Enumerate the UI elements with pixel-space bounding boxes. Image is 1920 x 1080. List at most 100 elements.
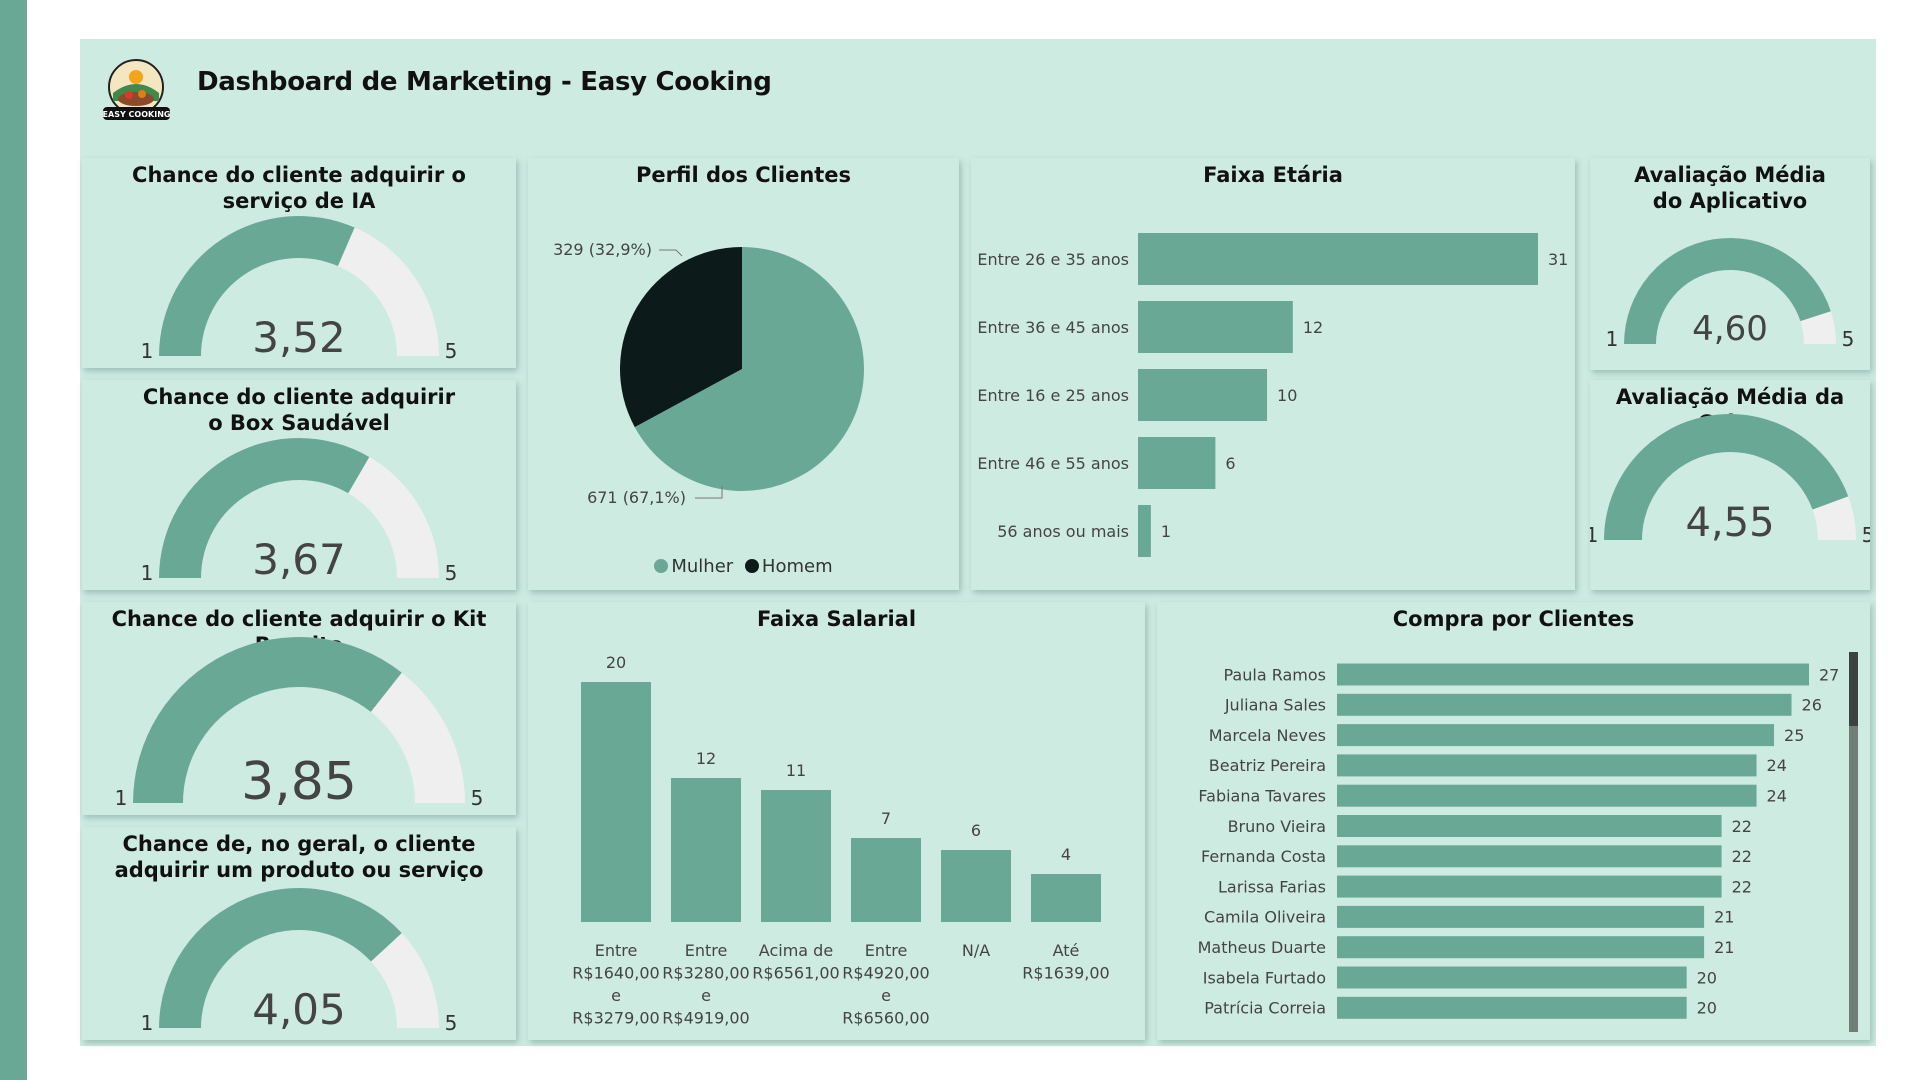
logo-icon: EASY COOKING	[103, 59, 171, 120]
category-label: e	[611, 986, 621, 1005]
gauge-value: 3,52	[252, 313, 346, 362]
category-label: Entre	[865, 941, 908, 960]
data-label: 20	[1697, 999, 1717, 1018]
category-label: Entre	[685, 941, 728, 960]
bar	[1138, 369, 1268, 421]
gauge-max-label: 5	[445, 1011, 458, 1035]
gauge-card-geral: Chance de, no geral, o cliente adquirir …	[82, 827, 516, 1040]
gauge-card-aplicativo: Avaliação Média do Aplicativo 4,60 1 5	[1590, 158, 1870, 370]
category-label: Fabiana Tavares	[1198, 786, 1326, 805]
scrollbar[interactable]	[1849, 652, 1858, 1032]
bar	[1337, 693, 1792, 716]
bar	[1337, 905, 1705, 928]
bar	[1031, 874, 1101, 922]
bar	[1337, 663, 1809, 686]
category-label: Entre 36 e 45 anos	[977, 318, 1129, 337]
data-label: 24	[1767, 786, 1787, 805]
bar	[1138, 233, 1538, 285]
category-label: Isabela Furtado	[1203, 968, 1326, 987]
data-label: 31	[1548, 250, 1568, 269]
scrollbar-thumb[interactable]	[1849, 652, 1858, 726]
data-label: 1	[1161, 522, 1171, 541]
gauge-max-label: 5	[471, 786, 484, 810]
legend-label-mulher: Mulher	[671, 556, 734, 577]
category-label: N/A	[962, 941, 990, 960]
faixa-salarial-chart: 20 Entre R$1640,00 e R$3279,00 12 Entre R$3280,…	[572, 653, 1109, 1028]
category-label: Patrícia Correia	[1204, 999, 1326, 1018]
data-label: 22	[1732, 847, 1752, 866]
gauge-max-label: 5	[1842, 327, 1855, 351]
category-label: R$6560,00	[842, 1009, 929, 1028]
pie-chart: 671 (67,1%) 329 (32,9%)	[553, 240, 864, 507]
category-label: Entre 26 e 35 anos	[977, 250, 1129, 269]
gauge-svg: 3,52 1 5	[141, 216, 458, 363]
legend-label-homem: Homem	[761, 556, 833, 577]
gauge-min-label: 1	[141, 1011, 154, 1035]
bar	[1138, 437, 1216, 489]
bar	[1337, 966, 1687, 989]
gauge-card-box: Chance do cliente adquirir o Box Saudáve…	[82, 380, 516, 590]
category-label: Até	[1053, 941, 1080, 960]
gauge-min-label: 1	[141, 561, 154, 585]
bar	[671, 778, 741, 922]
category-label: Fernanda Costa	[1201, 847, 1326, 866]
category-label: Paula Ramos	[1224, 665, 1327, 684]
gauge-svg: 3,67 1 5	[141, 438, 458, 585]
category-label: Juliana Sales	[1224, 696, 1326, 715]
bar	[1337, 754, 1757, 777]
category-label: Acima de	[759, 941, 833, 960]
gauge-card-ia: Chance do cliente adquirir o serviço de …	[82, 158, 516, 368]
category-label: Matheus Duarte	[1198, 938, 1326, 957]
gauge-svg: 3,85 1 5	[115, 637, 484, 812]
gauge-max-label: 5	[445, 339, 458, 363]
category-label: Entre 16 e 25 anos	[977, 386, 1129, 405]
gauge-min-label: 1	[1590, 523, 1598, 547]
data-label: 20	[606, 653, 626, 672]
gauge-svg: 4,60 1 5	[1606, 238, 1855, 351]
gauge-card-caixa: Avaliação Média da Caixa 4,5515	[1590, 380, 1870, 590]
category-label: R$1640,00	[572, 964, 659, 983]
perfil-card: Perfil dos Clientes 671 (67,1%) 329 (32,9…	[528, 158, 959, 590]
data-label: 22	[1732, 817, 1752, 836]
legend-dot-mulher	[654, 559, 669, 573]
faixa-etaria-card: Faixa Etária Entre 26 e 35 anos 31 Entre 3…	[971, 158, 1575, 590]
category-label: R$3280,00	[662, 964, 749, 983]
bar	[1337, 815, 1722, 837]
svg-text:EASY COOKING: EASY COOKING	[103, 110, 171, 119]
bar	[1337, 784, 1757, 807]
legend-dot-homem	[744, 559, 759, 573]
data-label: 22	[1732, 877, 1752, 896]
category-label: Marcela Neves	[1209, 726, 1326, 745]
category-label: Entre 46 e 55 anos	[977, 454, 1129, 473]
data-label: 21	[1714, 908, 1734, 927]
pie-label-homem: 329 (32,9%)	[553, 240, 652, 259]
data-label: 21	[1714, 938, 1734, 957]
bar	[941, 850, 1011, 922]
pie-label-mulher: 671 (67,1%)	[587, 488, 686, 507]
category-label: Camila Oliveira	[1204, 908, 1326, 927]
bar	[761, 790, 831, 922]
category-label: e	[701, 986, 711, 1005]
data-label: 10	[1277, 386, 1297, 405]
data-label: 26	[1802, 696, 1822, 715]
data-label: 6	[971, 821, 981, 840]
left-accent-bar	[0, 0, 27, 1080]
compra-clientes-chart: Paula Ramos 27 Juliana Sales 26 Marcela Neve…	[1198, 663, 1839, 1019]
category-label: R$6561,00	[752, 964, 839, 983]
compra-clientes-card: Compra por Clientes Paula Ramos 27 Juliana…	[1157, 602, 1870, 1040]
gauge-svg: 4,05 1 5	[141, 888, 458, 1035]
gauge-value: 3,67	[252, 535, 346, 584]
gauge-svg: 4,55 1 5	[1590, 414, 1870, 547]
gauge-max-label: 5	[445, 561, 458, 585]
gauge-value: 3,85	[241, 752, 357, 812]
bar	[1337, 936, 1705, 959]
gauge-card-kit: Chance do cliente adquirir o Kit Receita…	[82, 602, 516, 815]
bar	[1337, 996, 1687, 1019]
gauge-max-label: 5	[1862, 523, 1870, 547]
gauge-value: 4,05	[252, 985, 346, 1034]
data-label: 6	[1225, 454, 1235, 473]
data-label: 12	[1303, 318, 1323, 337]
pie-legend: Mulher Homem	[528, 556, 959, 577]
data-label: 24	[1767, 756, 1787, 775]
faixa-salarial-card: Faixa Salarial 20 Entre R$1640,00 e R$3279,0…	[528, 602, 1145, 1040]
